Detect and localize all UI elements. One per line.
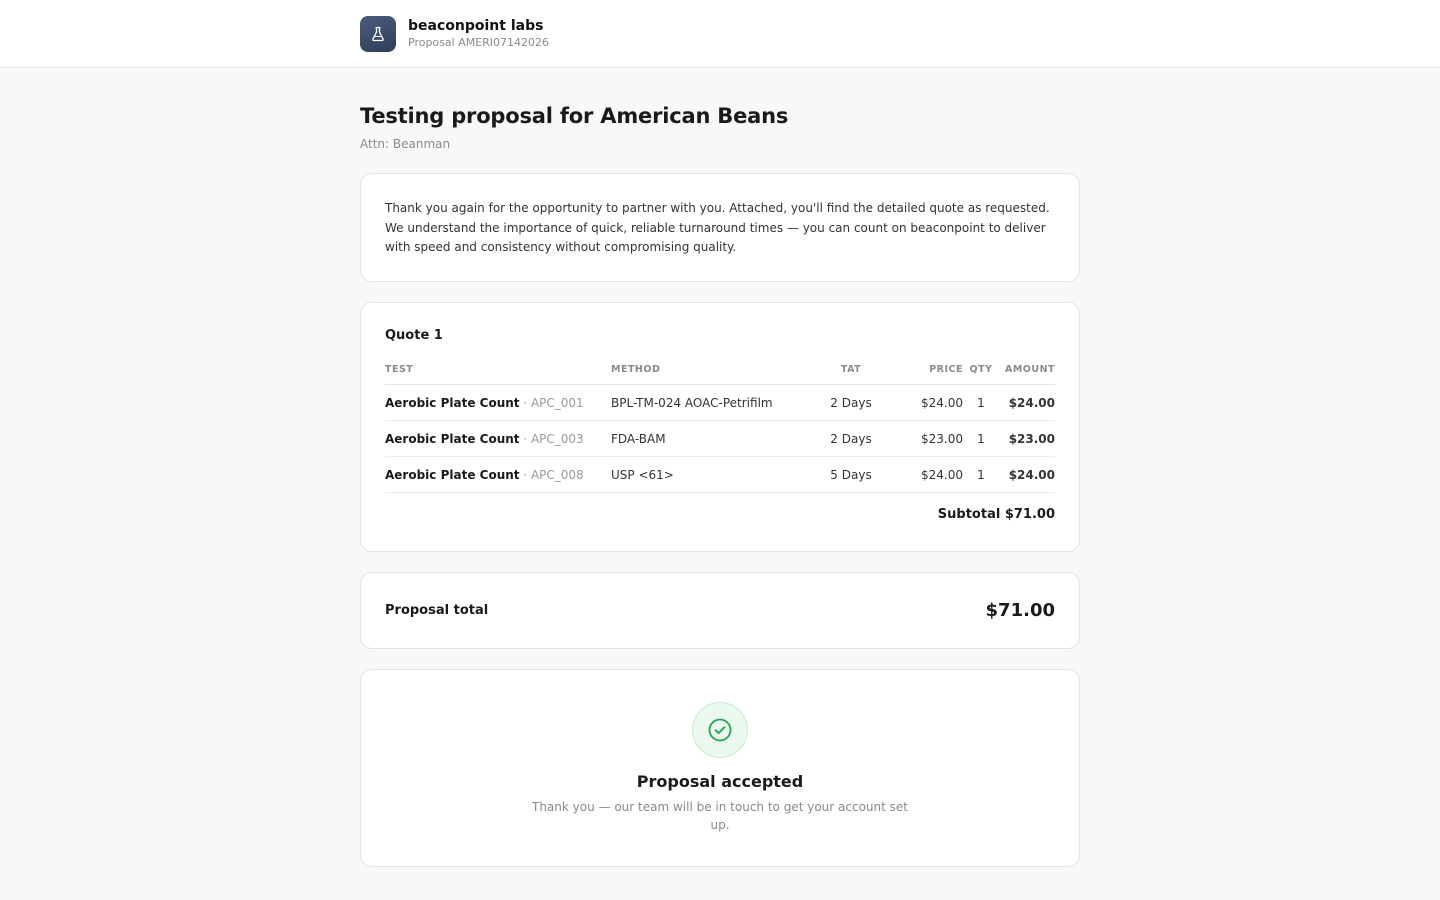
accepted-title: Proposal accepted	[636, 772, 804, 791]
page-title: Testing proposal for American Beans	[360, 104, 789, 128]
brand-text: beaconpoint labs Proposal AMERI07142026	[408, 18, 549, 50]
price-cell: $24.00	[891, 456, 963, 493]
qty-cell: 1	[963, 384, 999, 421]
tat-cell: 2 Days	[811, 420, 891, 457]
amount-cell: $24.00	[999, 456, 1055, 493]
column-header-price: PRICE	[891, 364, 963, 385]
table-header-row: TEST METHOD TAT PRICE QTY AMOUNT	[385, 364, 1055, 385]
check-circle-icon	[692, 702, 748, 758]
test-cell: Aerobic Plate Count · APC_001	[385, 384, 611, 421]
flask-icon	[372, 26, 384, 42]
top-bar: beaconpoint labs Proposal AMERI07142026	[0, 0, 1440, 68]
test-code: · APC_008	[519, 467, 584, 482]
qty-cell: 1	[963, 420, 999, 457]
test-cell: Aerobic Plate Count · APC_003	[385, 420, 611, 457]
method-cell: FDA-BAM	[611, 420, 811, 457]
table-row: Aerobic Plate Count · APC_001 BPL-TM-024…	[385, 384, 1055, 421]
quote-title: Quote 1	[385, 328, 443, 343]
subtotal: Subtotal $71.00	[937, 507, 1055, 522]
brand-name: beaconpoint labs	[408, 18, 544, 34]
brand-logo	[360, 16, 396, 52]
column-header-method: METHOD	[611, 364, 811, 385]
quote-card: Quote 1 TEST METHOD TAT PRICE QTY AMOUNT…	[360, 302, 1080, 552]
test-name: Aerobic Plate Count	[385, 431, 520, 446]
price-cell: $24.00	[891, 384, 963, 421]
column-header-qty: QTY	[963, 364, 999, 385]
price-cell: $23.00	[891, 420, 963, 457]
amount-cell: $23.00	[999, 420, 1055, 457]
quote-table: TEST METHOD TAT PRICE QTY AMOUNT Aerobic…	[385, 364, 1055, 493]
attn-line: Attn: Beanman	[360, 137, 451, 151]
test-name: Aerobic Plate Count	[385, 467, 520, 482]
proposal-id: Proposal AMERI07142026	[408, 36, 550, 49]
total-label: Proposal total	[385, 603, 489, 618]
column-header-amount: AMOUNT	[999, 364, 1055, 385]
main-content: Testing proposal for American Beans Attn…	[360, 68, 1080, 867]
top-bar-content: beaconpoint labs Proposal AMERI07142026	[360, 0, 1080, 68]
amount-cell: $24.00	[999, 384, 1055, 421]
accepted-message: Thank you — our team will be in touch to…	[532, 800, 908, 832]
test-name: Aerobic Plate Count	[385, 395, 520, 410]
test-cell: Aerobic Plate Count · APC_008	[385, 456, 611, 493]
accepted-card: Proposal accepted Thank you — our team w…	[360, 669, 1080, 867]
intro-text: Thank you again for the opportunity to p…	[385, 201, 1050, 254]
test-code: · APC_001	[519, 395, 584, 410]
check-icon	[708, 718, 732, 742]
table-row: Aerobic Plate Count · APC_008 USP <61> 5…	[385, 456, 1055, 493]
column-header-tat: TAT	[811, 364, 891, 385]
test-code: · APC_003	[519, 431, 584, 446]
table-row: Aerobic Plate Count · APC_003 FDA-BAM 2 …	[385, 420, 1055, 457]
total-value: $71.00	[985, 600, 1055, 621]
qty-cell: 1	[963, 456, 999, 493]
method-cell: USP <61>	[611, 456, 811, 493]
tat-cell: 5 Days	[811, 456, 891, 493]
tat-cell: 2 Days	[811, 384, 891, 421]
method-cell: BPL-TM-024 AOAC-Petrifilm	[611, 384, 811, 421]
intro-card: Thank you again for the opportunity to p…	[360, 173, 1080, 282]
column-header-test: TEST	[385, 364, 611, 385]
total-card: Proposal total $71.00	[360, 572, 1080, 649]
